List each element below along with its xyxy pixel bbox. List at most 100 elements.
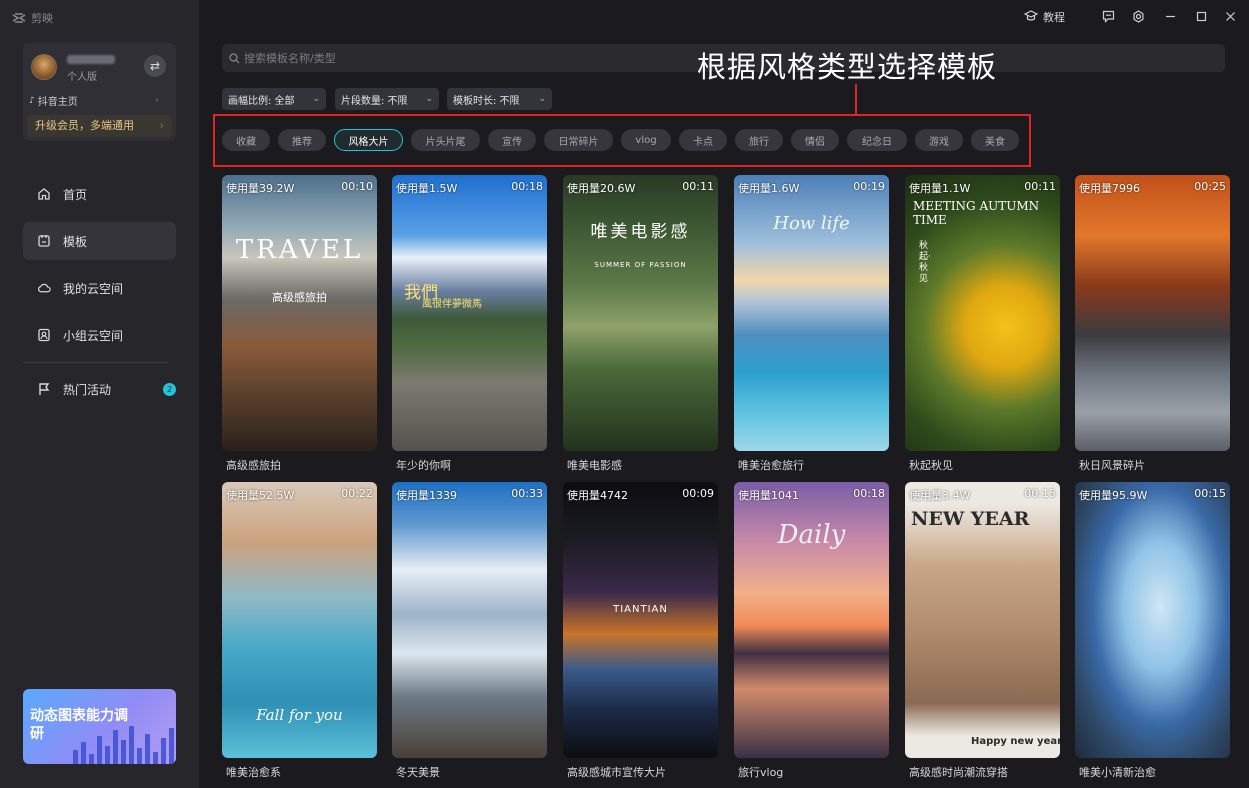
banner-chart-decoration	[73, 724, 174, 764]
sidebar-item-hot-events[interactable]: 热门活动 2	[23, 370, 176, 408]
sidebar-item-label: 热门活动	[63, 382, 112, 397]
tag-vlog[interactable]: vlog	[621, 129, 671, 151]
close-button[interactable]	[1222, 8, 1238, 24]
template-duration: 00:18	[511, 180, 543, 193]
thumbnail-title: TRAVEL	[235, 235, 364, 265]
usage-count: 使用量95.9W	[1079, 489, 1148, 502]
tag-recommended[interactable]: 推荐	[278, 129, 326, 151]
clip-count-filter[interactable]: 片段数量: 不限 ⌄	[335, 88, 439, 110]
douyin-home-label: 抖音主页	[37, 97, 78, 108]
template-duration: 00:11	[1024, 180, 1056, 193]
template-thumbnail[interactable]: How life	[734, 175, 889, 451]
app-name: 剪映	[31, 12, 53, 25]
template-title: 旅行vlog	[738, 766, 784, 779]
survey-banner[interactable]: 动态图表能力调研	[23, 689, 176, 764]
group-cloud-icon	[37, 328, 51, 342]
template-thumbnail[interactable]: Daily	[734, 482, 889, 758]
settings-button[interactable]	[1130, 8, 1146, 24]
usage-count: 使用量52.5W	[226, 489, 295, 502]
user-tier: 个人版	[67, 72, 97, 83]
usage-count: 使用量1.1W	[909, 182, 971, 195]
minimize-button[interactable]	[1162, 8, 1178, 24]
sidebar-item-my-cloud[interactable]: 我的云空间	[23, 269, 176, 307]
template-duration: 00:25	[1194, 180, 1226, 193]
tag-travel[interactable]: 旅行	[735, 129, 783, 151]
template-title: 秋起秋见	[909, 459, 953, 472]
tutorial-label: 教程	[1043, 11, 1065, 24]
tag-style-blockbuster[interactable]: 风格大片	[334, 129, 403, 151]
tag-anniversary[interactable]: 纪念日	[847, 129, 907, 151]
sidebar-item-label: 模板	[63, 234, 88, 249]
tag-favorites[interactable]: 收藏	[222, 129, 270, 151]
usage-count: 使用量39.2W	[226, 182, 295, 195]
sidebar-item-label: 我的云空间	[63, 281, 124, 296]
template-thumbnail[interactable]: TIANTIAN	[563, 482, 718, 758]
tag-intro-outro[interactable]: 片头片尾	[411, 129, 480, 151]
sidebar-item-label: 首页	[63, 187, 88, 202]
avatar[interactable]	[31, 54, 57, 80]
chevron-down-icon: ⌄	[425, 94, 433, 104]
user-name-blurred	[67, 55, 115, 64]
template-duration: 00:18	[853, 487, 885, 500]
profile-card[interactable]: 个人版 ⇄ ♪ 抖音主页 › 升级会员，多端通用 ›	[23, 43, 176, 141]
feedback-button[interactable]	[1100, 8, 1116, 24]
search-icon	[229, 52, 240, 63]
aspect-ratio-filter[interactable]: 画幅比例: 全部 ⌄	[222, 88, 326, 110]
minimize-icon	[1165, 15, 1175, 17]
douyin-icon: ♪	[29, 95, 35, 106]
usage-count: 使用量1.5W	[396, 182, 458, 195]
switch-account-button[interactable]: ⇄	[144, 55, 166, 77]
template-thumbnail[interactable]: TRAVEL 高级感旅拍	[222, 175, 377, 451]
maximize-button[interactable]	[1193, 8, 1209, 24]
notification-badge: 2	[163, 382, 176, 396]
template-thumbnail[interactable]: 我們 風很伴夢微馬	[392, 175, 547, 451]
template-duration: 00:22	[341, 487, 373, 500]
tag-daily-fragments[interactable]: 日常碎片	[544, 129, 613, 151]
template-duration: 00:33	[511, 487, 543, 500]
thumbnail-subtitle: 秋起·秋见	[919, 241, 931, 284]
template-thumbnail[interactable]: 唯美电影感 SUMMER OF PASSION	[563, 175, 718, 451]
usage-count: 使用量20.6W	[567, 182, 636, 195]
template-title: 秋日风景碎片	[1079, 459, 1145, 472]
template-thumbnail[interactable]	[1075, 175, 1230, 451]
template-title: 高级感城市宣传大片	[567, 766, 666, 779]
tag-beat-sync[interactable]: 卡点	[679, 129, 727, 151]
usage-count: 使用量1.6W	[738, 182, 800, 195]
douyin-home-link[interactable]: ♪ 抖音主页 ›	[29, 93, 159, 108]
duration-filter[interactable]: 模板时长: 不限 ⌄	[447, 88, 552, 110]
sidebar-item-label: 小组云空间	[63, 328, 124, 343]
tag-couple[interactable]: 情侣	[791, 129, 839, 151]
graduation-cap-icon	[1023, 9, 1039, 25]
template-thumbnail[interactable]: MEETING AUTUMN TIME 秋起·秋见	[905, 175, 1060, 451]
tag-gaming[interactable]: 游戏	[915, 129, 963, 151]
template-thumbnail[interactable]	[1075, 482, 1230, 758]
tutorial-button[interactable]: 教程	[1023, 9, 1065, 25]
upgrade-membership-button[interactable]: 升级会员，多端通用 ›	[27, 115, 172, 137]
template-thumbnail[interactable]: Fall for you	[222, 482, 377, 758]
sidebar: 剪映 个人版 ⇄ ♪ 抖音主页 › 升级会员，多端通用 › 首页 模板 我的云空…	[0, 0, 199, 788]
sidebar-item-template[interactable]: 模板	[23, 222, 176, 260]
template-duration: 00:19	[853, 180, 885, 193]
template-title: 唯美电影感	[567, 459, 622, 472]
chevron-down-icon: ⌄	[312, 94, 320, 104]
tag-food[interactable]: 美食	[971, 129, 1019, 151]
tag-promotion[interactable]: 宣传	[488, 129, 536, 151]
template-thumbnail[interactable]	[392, 482, 547, 758]
template-duration: 00:15	[1024, 487, 1056, 500]
capcut-logo-icon	[12, 13, 26, 23]
template-title: 高级感旅拍	[226, 459, 281, 472]
usage-count: 使用量4742	[567, 489, 628, 502]
thumbnail-subtitle: 高级感旅拍	[272, 291, 327, 304]
thumbnail-title: NEW YEAR	[911, 508, 1030, 530]
usage-count: 使用量1041	[738, 489, 799, 502]
template-duration: 00:11	[682, 180, 714, 193]
template-duration: 00:15	[1194, 487, 1226, 500]
sidebar-item-home[interactable]: 首页	[23, 175, 176, 213]
sidebar-item-group-cloud[interactable]: 小组云空间	[23, 316, 176, 354]
template-duration: 00:09	[682, 487, 714, 500]
chevron-right-icon: ›	[159, 119, 164, 132]
template-thumbnail[interactable]: NEW YEAR Happy new year	[905, 482, 1060, 758]
usage-count: 使用量7996	[1079, 182, 1140, 195]
app-logo: 剪映	[12, 10, 53, 26]
search-input[interactable]	[244, 51, 544, 65]
